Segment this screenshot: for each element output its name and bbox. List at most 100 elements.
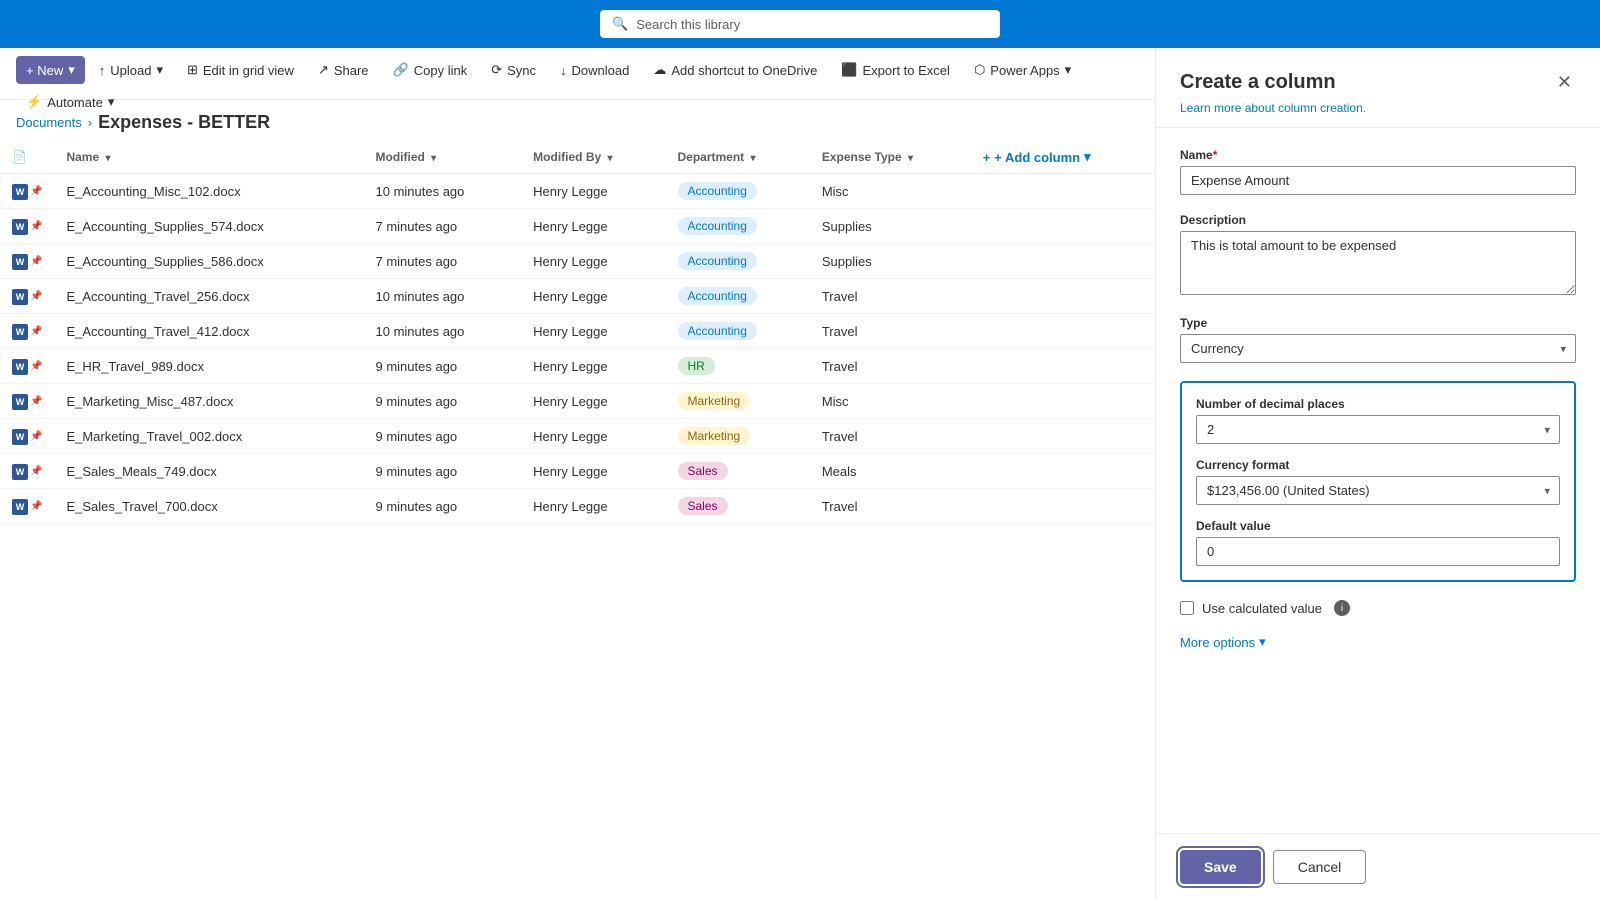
row-department-cell: Marketing: [666, 419, 810, 454]
panel-title: Create a column: [1180, 71, 1336, 94]
type-select[interactable]: CurrencySingle line of textMultiple line…: [1180, 334, 1576, 363]
table-row[interactable]: W 📌 E_Accounting_Supplies_574.docx 7 min…: [0, 209, 1155, 244]
search-box[interactable]: 🔍 Search this library: [600, 10, 1000, 38]
table-row[interactable]: W 📌 E_Accounting_Travel_256.docx 10 minu…: [0, 279, 1155, 314]
word-icon: W: [12, 464, 28, 480]
row-modified-by-cell: Henry Legge: [521, 419, 665, 454]
main-layout: + New ▾ ↑ Upload ▾ ⊞ Edit in grid view ↗…: [0, 48, 1600, 900]
word-icon: W: [12, 289, 28, 305]
new-button[interactable]: + New ▾: [16, 56, 85, 84]
col-header-add-column[interactable]: + + Add column ▾: [971, 141, 1155, 174]
row-name-cell: E_HR_Travel_989.docx: [54, 349, 363, 384]
department-badge: Sales: [678, 497, 728, 515]
file-row-icon: W 📌: [12, 429, 42, 445]
row-add-col-cell: [971, 279, 1155, 314]
col-header-expense-type[interactable]: Expense Type ▾: [810, 141, 971, 174]
panel-subtitle[interactable]: Learn more about column creation.: [1180, 101, 1576, 115]
info-icon[interactable]: i: [1334, 600, 1350, 616]
department-badge: Accounting: [678, 217, 757, 235]
department-badge: Marketing: [678, 392, 751, 410]
default-value-label: Default value: [1196, 519, 1560, 533]
row-icon-cell: W 📌: [0, 209, 54, 244]
file-row-icon: W 📌: [12, 254, 42, 270]
table-row[interactable]: W 📌 E_Sales_Travel_700.docx 9 minutes ag…: [0, 489, 1155, 524]
table-row[interactable]: W 📌 E_Marketing_Travel_002.docx 9 minute…: [0, 419, 1155, 454]
row-add-col-cell: [971, 384, 1155, 419]
row-icon-cell: W 📌: [0, 489, 54, 524]
description-textarea[interactable]: [1180, 231, 1576, 295]
power-apps-label: Power Apps: [990, 63, 1059, 78]
table-row[interactable]: W 📌 E_Sales_Meals_749.docx 9 minutes ago…: [0, 454, 1155, 489]
save-button[interactable]: Save: [1180, 850, 1261, 884]
power-apps-chevron-icon: ▾: [1065, 62, 1072, 78]
top-bar: 🔍 Search this library: [0, 0, 1600, 48]
row-name-cell: E_Sales_Meals_749.docx: [54, 454, 363, 489]
table-header-row: 📄 Name ▾ Modified ▾ Modified By ▾: [0, 141, 1155, 174]
name-input[interactable]: [1180, 166, 1576, 195]
sync-button[interactable]: ⟳ Sync: [481, 56, 546, 84]
type-form-group: Type CurrencySingle line of textMultiple…: [1180, 316, 1576, 363]
use-calculated-checkbox[interactable]: [1180, 601, 1194, 615]
upload-button[interactable]: ↑ Upload ▾: [89, 56, 173, 84]
row-icon-cell: W 📌: [0, 174, 54, 209]
department-badge: HR: [678, 357, 715, 375]
table-row[interactable]: W 📌 E_Accounting_Travel_412.docx 10 minu…: [0, 314, 1155, 349]
col-header-modified[interactable]: Modified ▾: [364, 141, 522, 174]
left-content: + New ▾ ↑ Upload ▾ ⊞ Edit in grid view ↗…: [0, 48, 1155, 900]
decimal-form-group: Number of decimal places 012345 ▾: [1196, 397, 1560, 444]
department-badge: Marketing: [678, 427, 751, 445]
row-modified-by-cell: Henry Legge: [521, 174, 665, 209]
share-button[interactable]: ↗ Share: [308, 56, 379, 84]
row-modified-cell: 7 minutes ago: [364, 209, 522, 244]
col-header-name[interactable]: Name ▾: [54, 141, 363, 174]
edit-grid-button[interactable]: ⊞ Edit in grid view: [177, 56, 304, 84]
export-excel-button[interactable]: ⬛ Export to Excel: [831, 56, 960, 84]
row-add-col-cell: [971, 174, 1155, 209]
table-row[interactable]: W 📌 E_HR_Travel_989.docx 9 minutes ago H…: [0, 349, 1155, 384]
default-value-input[interactable]: [1196, 537, 1560, 566]
table-row[interactable]: W 📌 E_Accounting_Supplies_586.docx 7 min…: [0, 244, 1155, 279]
department-badge: Accounting: [678, 252, 757, 270]
upload-label: Upload: [110, 63, 151, 78]
row-department-cell: Sales: [666, 454, 810, 489]
row-department-cell: Accounting: [666, 209, 810, 244]
more-options-button[interactable]: More options ▾: [1180, 634, 1266, 650]
row-name-cell: E_Sales_Travel_700.docx: [54, 489, 363, 524]
row-add-col-cell: [971, 209, 1155, 244]
row-modified-by-cell: Henry Legge: [521, 384, 665, 419]
search-icon: 🔍: [612, 16, 628, 32]
download-button[interactable]: ↓ Download: [550, 57, 639, 84]
row-modified-by-cell: Henry Legge: [521, 279, 665, 314]
word-icon: W: [12, 394, 28, 410]
use-calculated-label[interactable]: Use calculated value: [1202, 601, 1322, 616]
file-row-icon: W 📌: [12, 219, 42, 235]
department-badge: Accounting: [678, 182, 757, 200]
pin-icon: 📌: [30, 221, 42, 232]
file-table-wrapper: 📄 Name ▾ Modified ▾ Modified By ▾: [0, 141, 1155, 524]
breadcrumb-parent[interactable]: Documents: [16, 115, 82, 130]
row-add-col-cell: [971, 314, 1155, 349]
add-shortcut-button[interactable]: ☁ Add shortcut to OneDrive: [643, 56, 827, 84]
power-apps-button[interactable]: ⬡ Power Apps ▾: [964, 56, 1081, 84]
row-icon-cell: W 📌: [0, 244, 54, 279]
decimal-select-wrapper: 012345 ▾: [1196, 415, 1560, 444]
copy-link-label: Copy link: [414, 63, 467, 78]
copy-link-button[interactable]: 🔗 Copy link: [383, 56, 478, 84]
col-header-department[interactable]: Department ▾: [666, 141, 810, 174]
word-icon: W: [12, 184, 28, 200]
currency-format-select[interactable]: $123,456.00 (United States)€123.456,00 (…: [1196, 476, 1560, 505]
share-label: Share: [334, 63, 369, 78]
table-row[interactable]: W 📌 E_Marketing_Misc_487.docx 9 minutes …: [0, 384, 1155, 419]
decimal-select[interactable]: 012345: [1196, 415, 1560, 444]
col-header-modified-by[interactable]: Modified By ▾: [521, 141, 665, 174]
breadcrumb: Documents › Expenses - BETTER: [0, 100, 1155, 141]
cancel-button[interactable]: Cancel: [1273, 850, 1367, 884]
table-row[interactable]: W 📌 E_Accounting_Misc_102.docx 10 minute…: [0, 174, 1155, 209]
row-modified-cell: 10 minutes ago: [364, 174, 522, 209]
close-panel-button[interactable]: ✕: [1553, 68, 1576, 97]
breadcrumb-sep: ›: [88, 115, 92, 130]
add-col-chevron-icon: ▾: [1084, 149, 1091, 165]
word-icon: W: [12, 219, 28, 235]
row-add-col-cell: [971, 419, 1155, 454]
add-column-button[interactable]: + + Add column ▾: [983, 149, 1143, 165]
